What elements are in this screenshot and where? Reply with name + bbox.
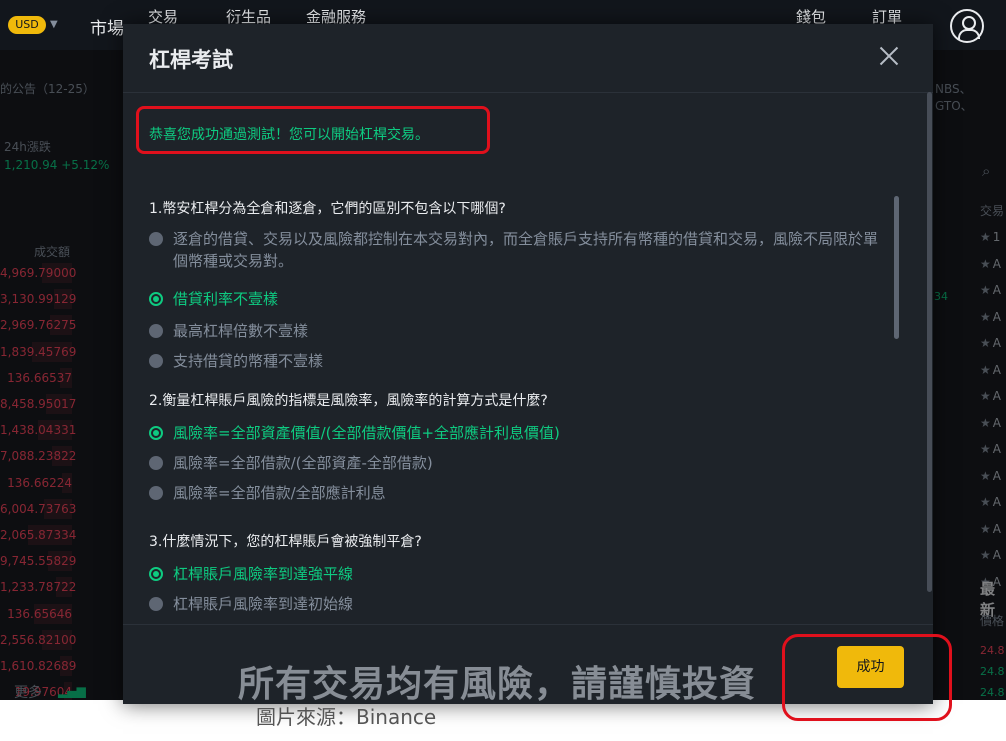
dim-overlay-left: [0, 50, 123, 700]
radio-icon[interactable]: [149, 232, 163, 246]
modal-title: 杠桿考試: [149, 48, 233, 72]
answer-option-selected[interactable]: 風險率=全部資產價值/(全部借款價值+全部應計利息價值): [149, 422, 889, 444]
answer-option-label: 支持借貸的幣種不壹樣: [173, 352, 324, 370]
answer-option[interactable]: 支持借貸的幣種不壹樣: [149, 350, 889, 372]
question-title: 1.幣安杠桿分為全倉和逐倉，它們的區別不包含以下哪個?: [149, 201, 506, 217]
answer-option-label: 杠桿賬戶風險率到達初始線: [173, 595, 354, 613]
inner-scrollbar[interactable]: [894, 196, 899, 339]
radio-icon[interactable]: [149, 354, 163, 368]
answer-option-label: 逐倉的借貸、交易以及風險都控制在本交易對內，而全倉賬戶支持所有幣種的借貸和交易，…: [173, 230, 879, 270]
answer-option[interactable]: 杠桿賬戶風險率到達初始線: [149, 593, 889, 615]
modal-header: 杠桿考試: [123, 24, 933, 93]
answer-option-selected[interactable]: 借貸利率不壹樣: [149, 288, 889, 310]
answer-option[interactable]: 最高杠桿倍數不壹樣: [149, 320, 889, 342]
answer-option-label: 最高杠桿倍數不壹樣: [173, 322, 309, 340]
success-message: 恭喜您成功通過測試！您可以開始杠桿交易。: [149, 127, 429, 143]
answer-option-label: 借貸利率不壹樣: [173, 290, 279, 308]
button-highlight-box: [782, 634, 952, 721]
user-avatar-icon[interactable]: [950, 9, 984, 43]
radio-icon[interactable]: [149, 456, 163, 470]
question-title: 2.衡量杠桿賬戶風險的指標是風險率，風險率的計算方式是什麼?: [149, 393, 548, 409]
nav-market[interactable]: 市場: [90, 14, 124, 39]
modal-footer-divider: [123, 624, 933, 625]
answer-option-label: 風險率=全部借款/(全部資產-全部借款): [173, 454, 433, 472]
chevron-down-icon: ▼: [50, 19, 58, 30]
risk-watermark: 所有交易均有風險，請謹慎投資: [238, 664, 757, 705]
answer-option[interactable]: 風險率=全部借款/全部應計利息: [149, 482, 889, 504]
image-caption: 圖片來源：Binance: [256, 705, 437, 729]
answer-option-label: 風險率=全部借款/全部應計利息: [173, 484, 386, 502]
answer-option[interactable]: 逐倉的借貸、交易以及風險都控制在本交易對內，而全倉賬戶支持所有幣種的借貸和交易，…: [149, 228, 889, 272]
currency-pill[interactable]: USD: [8, 16, 46, 34]
answer-option-label: 風險率=全部資產價值/(全部借款價值+全部應計利息價值): [173, 424, 560, 442]
radio-icon[interactable]: [149, 426, 163, 440]
answer-option-label: 杠桿賬戶風險率到達強平線: [173, 565, 354, 583]
answer-option[interactable]: 風險率=全部借款/(全部資產-全部借款): [149, 452, 889, 474]
question-title: 3.什麼情況下，您的杠桿賬戶會被強制平倉?: [149, 534, 422, 550]
radio-icon[interactable]: [149, 597, 163, 611]
outer-scrollbar[interactable]: [927, 92, 932, 592]
close-icon[interactable]: [875, 42, 903, 70]
radio-icon[interactable]: [149, 324, 163, 338]
margin-exam-modal: 杠桿考試 恭喜您成功通過測試！您可以開始杠桿交易。 1.幣安杠桿分為全倉和逐倉，…: [123, 24, 952, 721]
answer-option-selected[interactable]: 杠桿賬戶風險率到達強平線: [149, 563, 889, 585]
radio-icon[interactable]: [149, 567, 163, 581]
radio-icon[interactable]: [149, 292, 163, 306]
dim-overlay-right: [933, 50, 1006, 700]
radio-icon[interactable]: [149, 486, 163, 500]
